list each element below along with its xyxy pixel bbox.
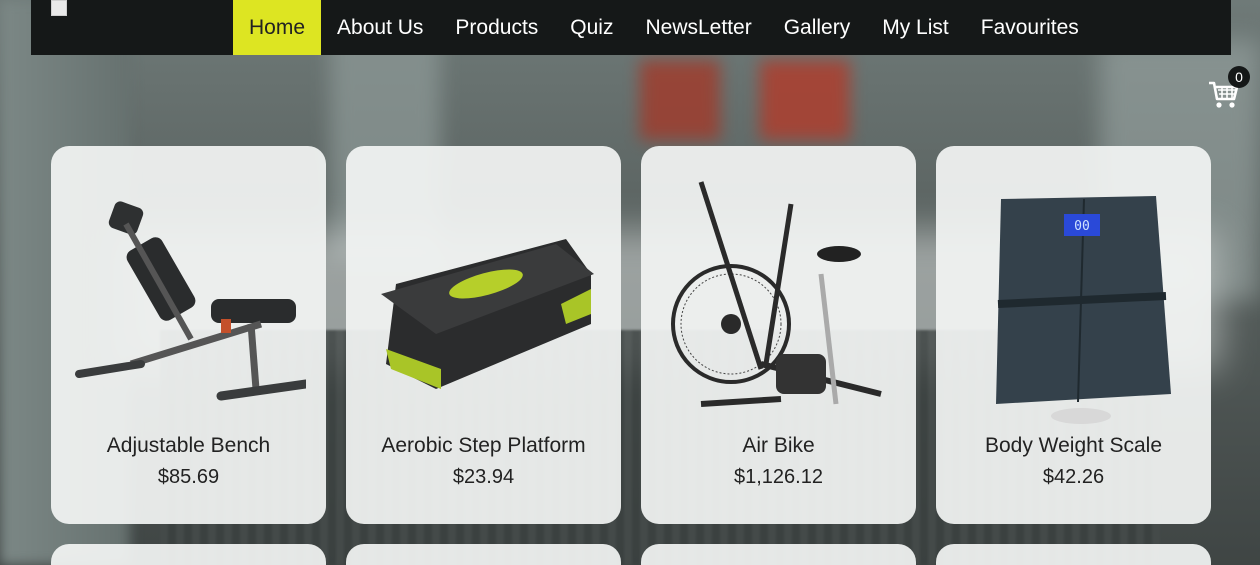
adjustable-bench-image [75, 201, 306, 401]
cart-button[interactable]: 0 [1208, 66, 1252, 112]
svg-text:00: 00 [1074, 219, 1090, 234]
nav-item-favourites[interactable]: Favourites [965, 0, 1095, 55]
product-card[interactable] [51, 544, 326, 565]
weight-scale-image: 00 [996, 196, 1171, 424]
logo-image[interactable] [51, 0, 73, 22]
product-card[interactable] [641, 544, 916, 565]
step-platform-image [381, 239, 594, 389]
product-card[interactable] [936, 544, 1211, 565]
nav-item-products[interactable]: Products [439, 0, 554, 55]
nav-item-home[interactable]: Home [233, 0, 322, 55]
product-card[interactable]: Adjustable Bench $85.69 [51, 146, 326, 524]
product-card[interactable]: 00 Body Weight Scale $42.26 [936, 146, 1211, 524]
product-name: Adjustable Bench [106, 434, 271, 457]
product-card[interactable]: Air Bike $1,126.12 [641, 146, 916, 524]
product-price: $23.94 [452, 466, 515, 488]
product-name: Body Weight Scale [984, 434, 1163, 457]
nav-item-gallery[interactable]: Gallery [768, 0, 867, 55]
product-price: $85.69 [157, 466, 220, 488]
product-card[interactable] [346, 544, 621, 565]
product-price: $1,126.12 [734, 466, 823, 488]
product-price: $42.26 [1042, 466, 1105, 488]
nav-item-my-list[interactable]: My List [866, 0, 965, 55]
air-bike-image [671, 181, 882, 407]
nav-item-quiz[interactable]: Quiz [554, 0, 629, 55]
nav-item-about-us[interactable]: About Us [321, 0, 439, 55]
product-name: Air Bike [742, 434, 815, 457]
nav-item-newsletter[interactable]: NewsLetter [629, 0, 767, 55]
nav-menu: Home About Us Products Quiz NewsLetter G… [233, 0, 1095, 55]
navbar: Home About Us Products Quiz NewsLetter G… [31, 0, 1231, 55]
cart-count-badge: 0 [1228, 66, 1250, 88]
product-card[interactable]: Aerobic Step Platform $23.94 [346, 146, 621, 524]
product-name: Aerobic Step Platform [381, 434, 586, 457]
